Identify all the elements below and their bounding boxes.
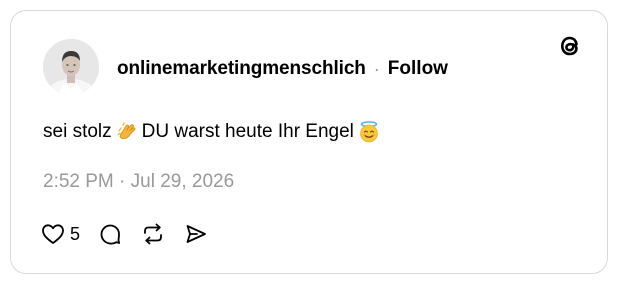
smiling-face-with-halo-emoji-icon	[358, 121, 380, 143]
threads-logo-icon[interactable]	[557, 33, 583, 59]
username[interactable]: onlinemarketingmenschlich	[117, 58, 366, 80]
avatar-photo	[43, 39, 99, 95]
comment-icon	[100, 224, 121, 245]
repost-icon	[144, 223, 162, 245]
post-text-part-2: DU warst heute Ihr Engel	[141, 121, 354, 142]
avatar[interactable]	[43, 39, 99, 95]
post-text: sei stolz DU warst heute Ihr Engel	[43, 121, 384, 143]
heart-icon	[42, 224, 64, 244]
post-timestamp[interactable]: 2:52 PM · Jul 29, 2026	[43, 171, 234, 193]
post-header: onlinemarketingmenschlich · Follow	[117, 57, 448, 81]
like-button[interactable]: 5	[41, 223, 80, 245]
reply-button[interactable]	[98, 222, 122, 246]
share-button[interactable]	[184, 222, 208, 246]
separator-dot: ·	[373, 58, 380, 79]
send-icon	[186, 225, 206, 243]
post-actions: 5	[41, 221, 226, 247]
post-text-part-1: sei stolz	[43, 121, 112, 142]
follow-button[interactable]: Follow	[388, 58, 448, 80]
repost-button[interactable]	[140, 222, 166, 246]
post-card: onlinemarketingmenschlich · Follow sei s…	[10, 10, 608, 274]
like-count: 5	[70, 223, 81, 244]
clapping-hands-emoji-icon	[116, 121, 138, 143]
